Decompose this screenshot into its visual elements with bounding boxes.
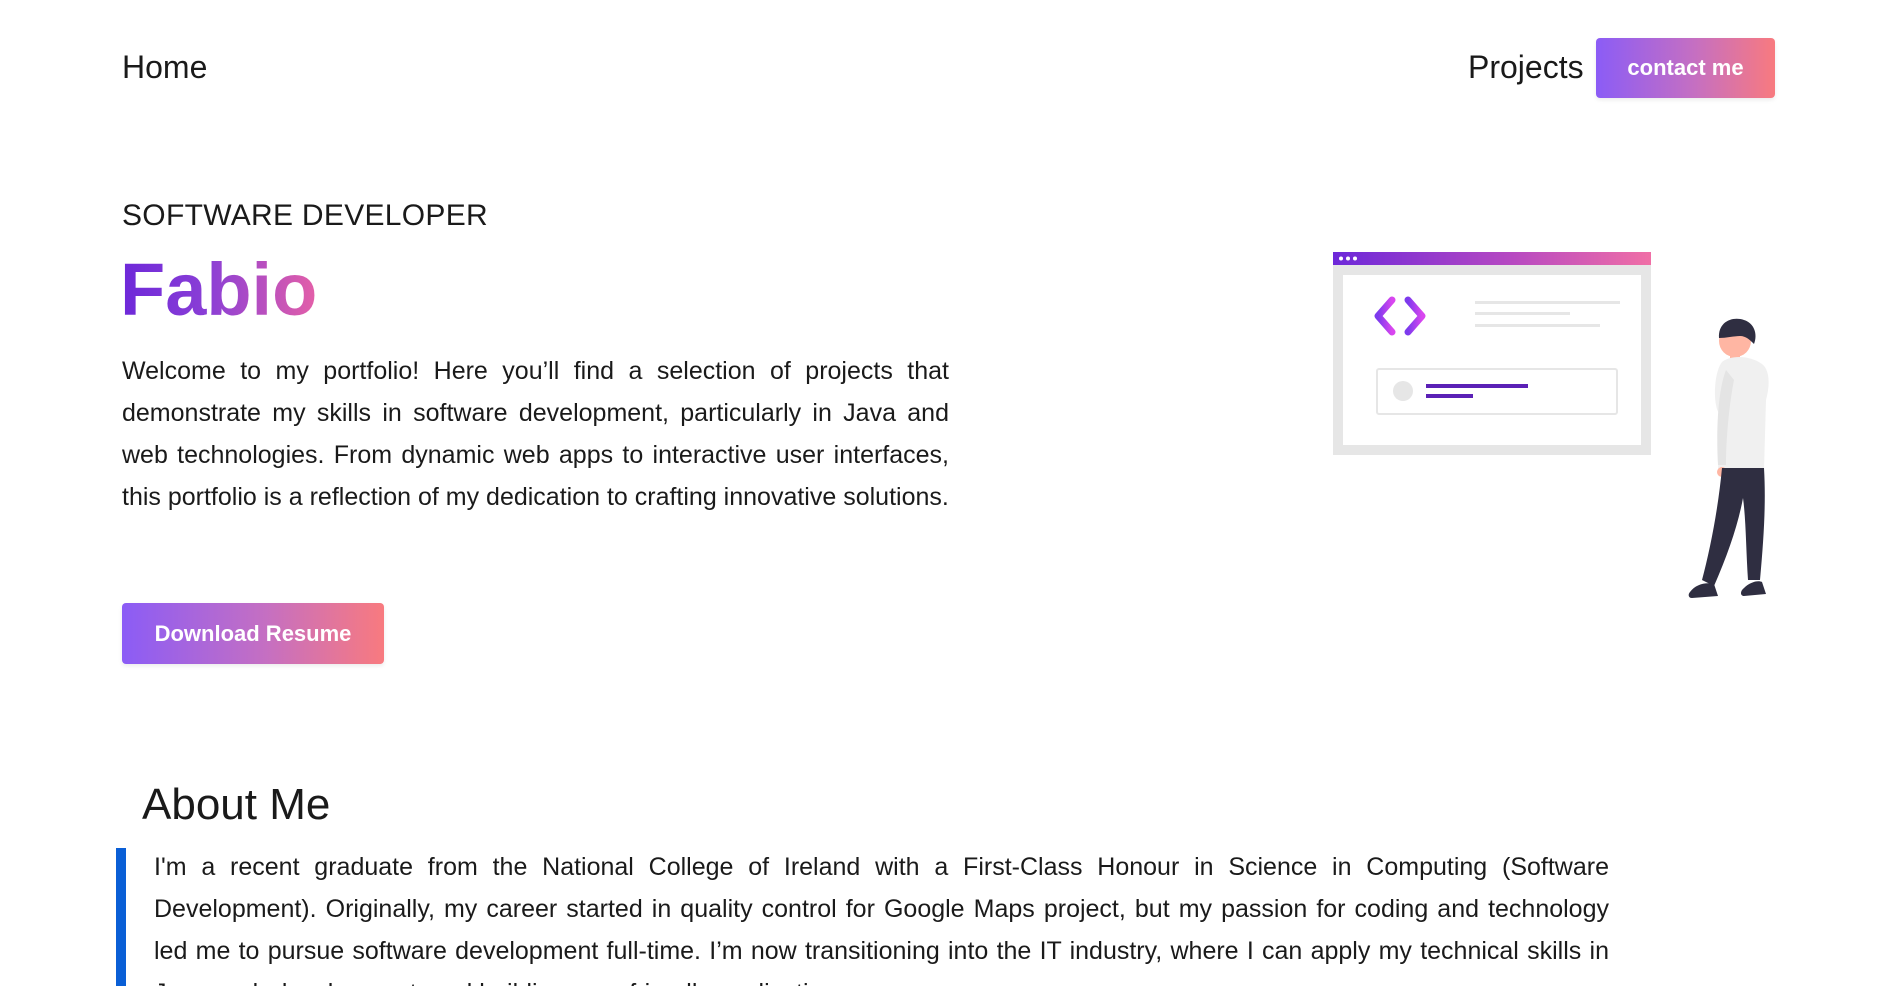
hero-description: Welcome to my portfolio! Here you’ll fin… [122,357,949,511]
top-nav: Home Projects contact me [0,0,1892,136]
contact-me-button[interactable]: contact me [1596,38,1775,98]
browser-window-icon [1333,252,1651,455]
download-resume-button[interactable]: Download Resume [122,603,384,664]
hero-subtitle: SOFTWARE DEVELOPER [122,199,489,232]
nav-home-link[interactable]: Home [122,49,207,86]
about-title: About Me [142,780,331,829]
hero-name: Fabio [120,248,318,331]
developer-illustration-icon [1333,252,1769,598]
portfolio-page: Home Projects contact me SOFTWARE DEVELO… [0,0,1892,986]
nav-projects-link[interactable]: Projects [1468,49,1584,86]
person-figure-icon [1688,318,1769,598]
about-text: I'm a recent graduate from the National … [154,853,1609,986]
about-accent-bar [116,848,126,986]
